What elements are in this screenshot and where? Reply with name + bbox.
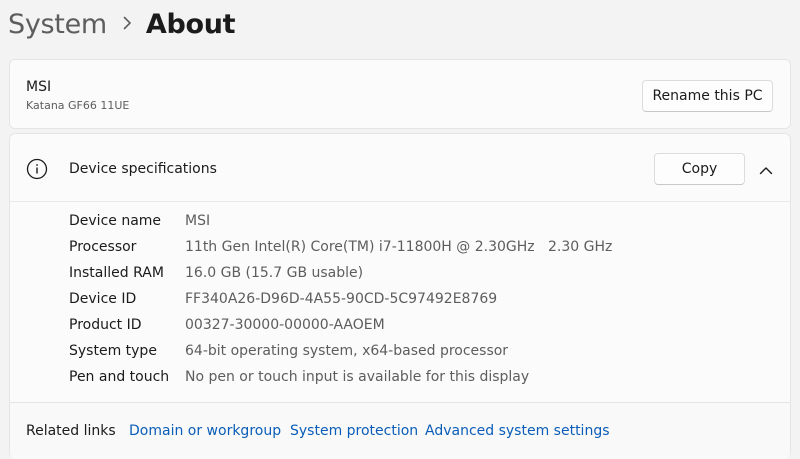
pc-name-card: MSI Katana GF66 11UE Rename this PC (9, 59, 791, 129)
spec-value: 11th Gen Intel(R) Core(TM) i7-11800H @ 2… (185, 239, 613, 255)
rename-pc-button[interactable]: Rename this PC (642, 80, 773, 112)
device-specifications-title: Device specifications (69, 161, 217, 177)
breadcrumb-system-link[interactable]: System (8, 9, 107, 40)
spec-label: System type (69, 343, 157, 359)
spec-label: Pen and touch (69, 369, 170, 385)
spec-label: Processor (69, 239, 137, 255)
device-specifications-header[interactable]: Device specifications Copy (10, 134, 790, 202)
pc-name: MSI (26, 79, 52, 95)
spec-value: 64-bit operating system, x64-based proce… (185, 343, 509, 359)
advanced-system-settings-link[interactable]: Advanced system settings (425, 423, 610, 439)
domain-or-workgroup-link[interactable]: Domain or workgroup (129, 423, 281, 439)
device-specifications-card: Device specifications Copy Device name M… (9, 133, 791, 459)
spec-label: Installed RAM (69, 265, 164, 281)
spec-value: FF340A26-D96D-4A55-90CD-5C97492E8769 (185, 291, 498, 307)
page-title: About (145, 8, 236, 40)
spec-value: 00327-30000-00000-AAOEM (185, 317, 385, 333)
chevron-up-icon[interactable] (758, 162, 774, 175)
chevron-right-icon (123, 15, 132, 34)
related-links-label: Related links (26, 423, 116, 439)
spec-value: MSI (185, 213, 211, 229)
pc-model: Katana GF66 11UE (26, 99, 130, 112)
info-icon (26, 158, 48, 180)
copy-button[interactable]: Copy (654, 153, 745, 185)
spec-label: Product ID (69, 317, 142, 333)
system-protection-link[interactable]: System protection (290, 423, 418, 439)
spec-label: Device name (69, 213, 162, 229)
spec-value: No pen or touch input is available for t… (185, 369, 530, 385)
breadcrumb: System About (8, 4, 236, 44)
spec-label: Device ID (69, 291, 137, 307)
spec-value: 16.0 GB (15.7 GB usable) (185, 265, 364, 281)
related-links-bar: Related links Domain or workgroup System… (10, 402, 790, 459)
